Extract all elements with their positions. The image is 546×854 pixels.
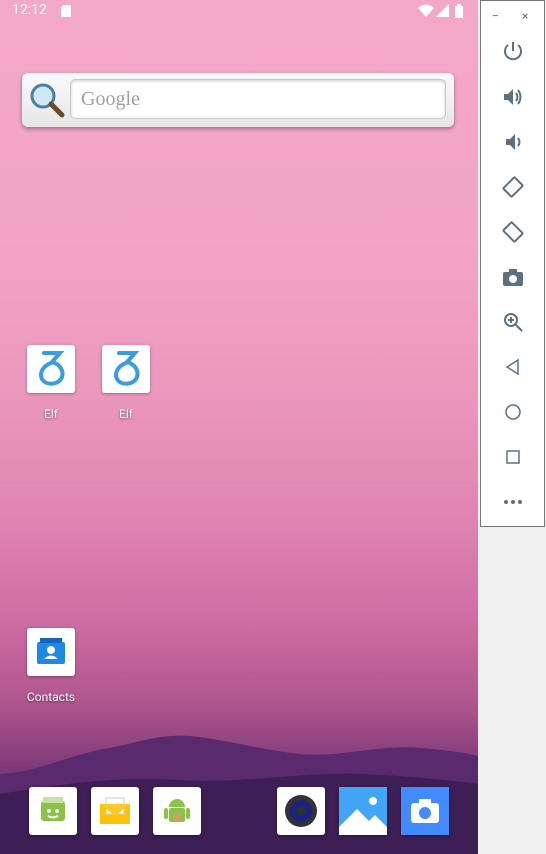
camera-icon [503,269,523,286]
minimize-button[interactable]: − [492,9,499,23]
email-icon [100,797,130,824]
zoom-icon [504,313,523,332]
dock-messenger-app[interactable] [29,787,77,835]
close-button[interactable]: × [522,9,528,23]
power-button[interactable] [497,35,529,67]
dock-camera-app[interactable] [401,787,449,835]
wifi-icon [418,4,434,17]
volume-down-button[interactable] [497,126,529,158]
sd-card-icon [61,5,71,17]
search-placeholder: Google [81,88,140,110]
volume-down-icon [506,134,521,150]
app-label: Contacts [26,690,76,704]
dock-music-app[interactable] [277,787,325,835]
app-contacts[interactable]: Contacts [13,628,89,704]
rotate-left-button[interactable] [497,171,529,203]
back-icon [505,358,519,376]
camera-icon [401,787,449,835]
app-label: Elf [44,407,58,421]
overview-button[interactable] [497,441,529,473]
app-elf-1[interactable]: Elf [13,345,89,421]
app-elf-2[interactable]: Elf [88,345,164,421]
clock: 12:12 [12,2,47,18]
battery-icon [455,4,463,18]
android-icon [164,799,190,822]
status-bar: 12:12 [0,0,478,22]
cell-signal-icon [436,4,449,17]
elf-icon [27,345,75,393]
power-icon [504,42,522,61]
rotate-right-button[interactable] [497,216,529,248]
rotate-right-icon [502,221,524,243]
more-button[interactable] [497,486,529,518]
elf-icon [102,345,150,393]
overview-icon [506,450,520,464]
more-icon [504,500,522,504]
messenger-icon [41,797,65,821]
search-icon [30,83,65,118]
google-search-widget[interactable]: Google [22,73,454,127]
app-label: Elf [119,407,133,421]
volume-up-icon [504,89,522,105]
gallery-icon [339,787,387,835]
zoom-button[interactable] [497,306,529,338]
dock-gallery-app[interactable] [339,787,387,835]
search-input[interactable]: Google [70,79,446,119]
back-button[interactable] [497,351,529,383]
dock-email-app[interactable] [91,787,139,835]
dock-app-store[interactable] [153,787,201,835]
home-icon [505,404,521,420]
device-screen: 12:12 Google Elf Elf Contacts [0,0,478,854]
volume-up-button[interactable] [497,81,529,113]
home-button[interactable] [497,396,529,428]
rotate-left-icon [502,176,524,198]
speaker-icon [285,795,317,827]
screenshot-button[interactable] [497,261,529,293]
contacts-icon [27,628,75,676]
emulator-side-panel: − × [480,0,545,527]
